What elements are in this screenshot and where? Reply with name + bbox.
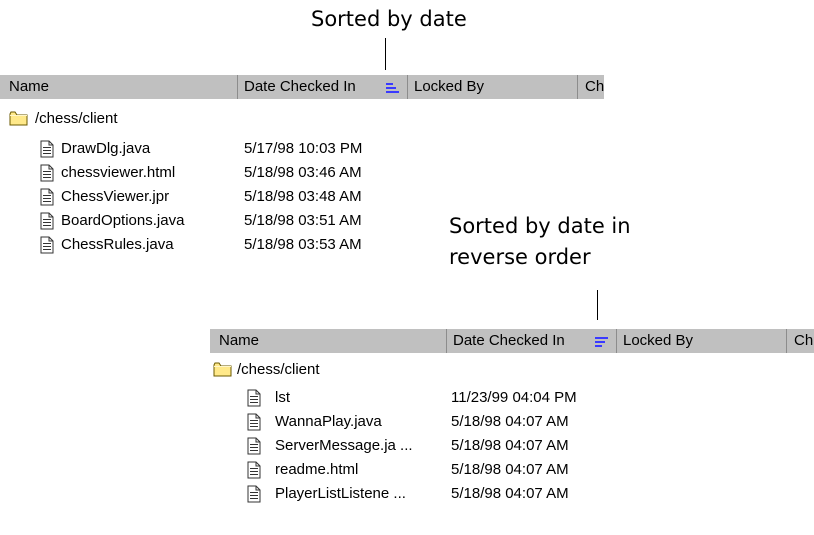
annotation-pointer-top <box>385 38 386 70</box>
file-name: PlayerListListene ... <box>275 485 406 502</box>
column-label-ch: Ch <box>585 78 604 95</box>
column-label-date: Date Checked In <box>453 332 565 349</box>
table-row[interactable]: ChessRules.java 5/18/98 03:53 AM <box>0 233 604 257</box>
table-header: Name Date Checked In Locked By Ch <box>210 329 814 353</box>
column-label-date: Date Checked In <box>244 78 356 95</box>
date-checked-in: 11/23/99 04:04 PM <box>451 389 577 406</box>
column-header-name[interactable]: Name <box>0 75 238 99</box>
file-name: chessviewer.html <box>61 164 176 181</box>
column-label-ch: Ch <box>794 332 814 349</box>
file-name: ChessViewer.jpr <box>61 188 170 205</box>
column-header-locked-by[interactable]: Locked By <box>617 329 787 353</box>
sort-ascending-icon <box>386 83 399 93</box>
column-header-ch[interactable]: Ch <box>578 75 604 99</box>
folder-icon <box>213 362 232 377</box>
folder-name: /chess/client <box>35 110 118 127</box>
date-checked-in: 5/18/98 03:51 AM <box>244 212 362 229</box>
table-row[interactable]: PlayerListListene ... 5/18/98 04:07 AM <box>210 482 814 506</box>
file-icon <box>40 236 54 254</box>
date-checked-in: 5/18/98 04:07 AM <box>451 461 569 478</box>
folder-row[interactable]: /chess/client <box>0 107 604 131</box>
date-checked-in: 5/18/98 04:07 AM <box>451 413 569 430</box>
file-icon <box>247 485 261 503</box>
file-icon <box>40 140 54 158</box>
column-header-date-checked-in[interactable]: Date Checked In <box>447 329 617 353</box>
file-name: DrawDlg.java <box>61 140 151 157</box>
file-icon <box>40 188 54 206</box>
table-row[interactable]: chessviewer.html 5/18/98 03:46 AM <box>0 161 604 185</box>
file-name: WannaPlay.java <box>275 413 382 430</box>
column-label-locked-by: Locked By <box>623 332 694 349</box>
folder-icon <box>9 111 28 126</box>
folder-name: /chess/client <box>237 361 320 378</box>
file-name: BoardOptions.java <box>61 212 185 229</box>
table-row[interactable]: ChessViewer.jpr 5/18/98 03:48 AM <box>0 185 604 209</box>
file-name: lst <box>275 389 290 406</box>
table-row[interactable]: readme.html 5/18/98 04:07 AM <box>210 458 814 482</box>
file-icon <box>40 164 54 182</box>
date-checked-in: 5/17/98 10:03 PM <box>244 140 363 157</box>
file-icon <box>247 437 261 455</box>
file-icon <box>247 461 261 479</box>
column-header-name[interactable]: Name <box>210 329 447 353</box>
file-table-sorted-descending: Name Date Checked In Locked By Ch /chess… <box>210 329 814 535</box>
column-label-name: Name <box>9 78 50 95</box>
column-header-ch[interactable]: Ch <box>787 329 814 353</box>
file-icon <box>40 212 54 230</box>
column-label-name: Name <box>219 332 260 349</box>
table-row[interactable]: WannaPlay.java 5/18/98 04:07 AM <box>210 410 814 434</box>
date-checked-in: 5/18/98 03:48 AM <box>244 188 362 205</box>
file-name: ChessRules.java <box>61 236 174 253</box>
file-name: ServerMessage.ja ... <box>275 437 413 454</box>
column-header-date-checked-in[interactable]: Date Checked In <box>238 75 408 99</box>
sort-descending-icon <box>595 337 608 347</box>
annotation-sorted-by-date: Sorted by date <box>311 7 467 31</box>
file-icon <box>247 413 261 431</box>
table-row[interactable]: ServerMessage.ja ... 5/18/98 04:07 AM <box>210 434 814 458</box>
column-header-locked-by[interactable]: Locked By <box>408 75 578 99</box>
column-label-locked-by: Locked By <box>414 78 485 95</box>
folder-row[interactable]: /chess/client <box>210 358 814 382</box>
date-checked-in: 5/18/98 04:07 AM <box>451 437 569 454</box>
file-name: readme.html <box>275 461 359 478</box>
table-row[interactable]: BoardOptions.java 5/18/98 03:51 AM <box>0 209 604 233</box>
date-checked-in: 5/18/98 03:53 AM <box>244 236 362 253</box>
file-icon <box>247 389 261 407</box>
date-checked-in: 5/18/98 04:07 AM <box>451 485 569 502</box>
table-header: Name Date Checked In Locked By Ch <box>0 75 604 99</box>
file-table-sorted-ascending: Name Date Checked In Locked By Ch /chess… <box>0 75 604 295</box>
table-row[interactable]: DrawDlg.java 5/17/98 10:03 PM <box>0 137 604 161</box>
date-checked-in: 5/18/98 03:46 AM <box>244 164 362 181</box>
table-row[interactable]: lst 11/23/99 04:04 PM <box>210 386 814 410</box>
